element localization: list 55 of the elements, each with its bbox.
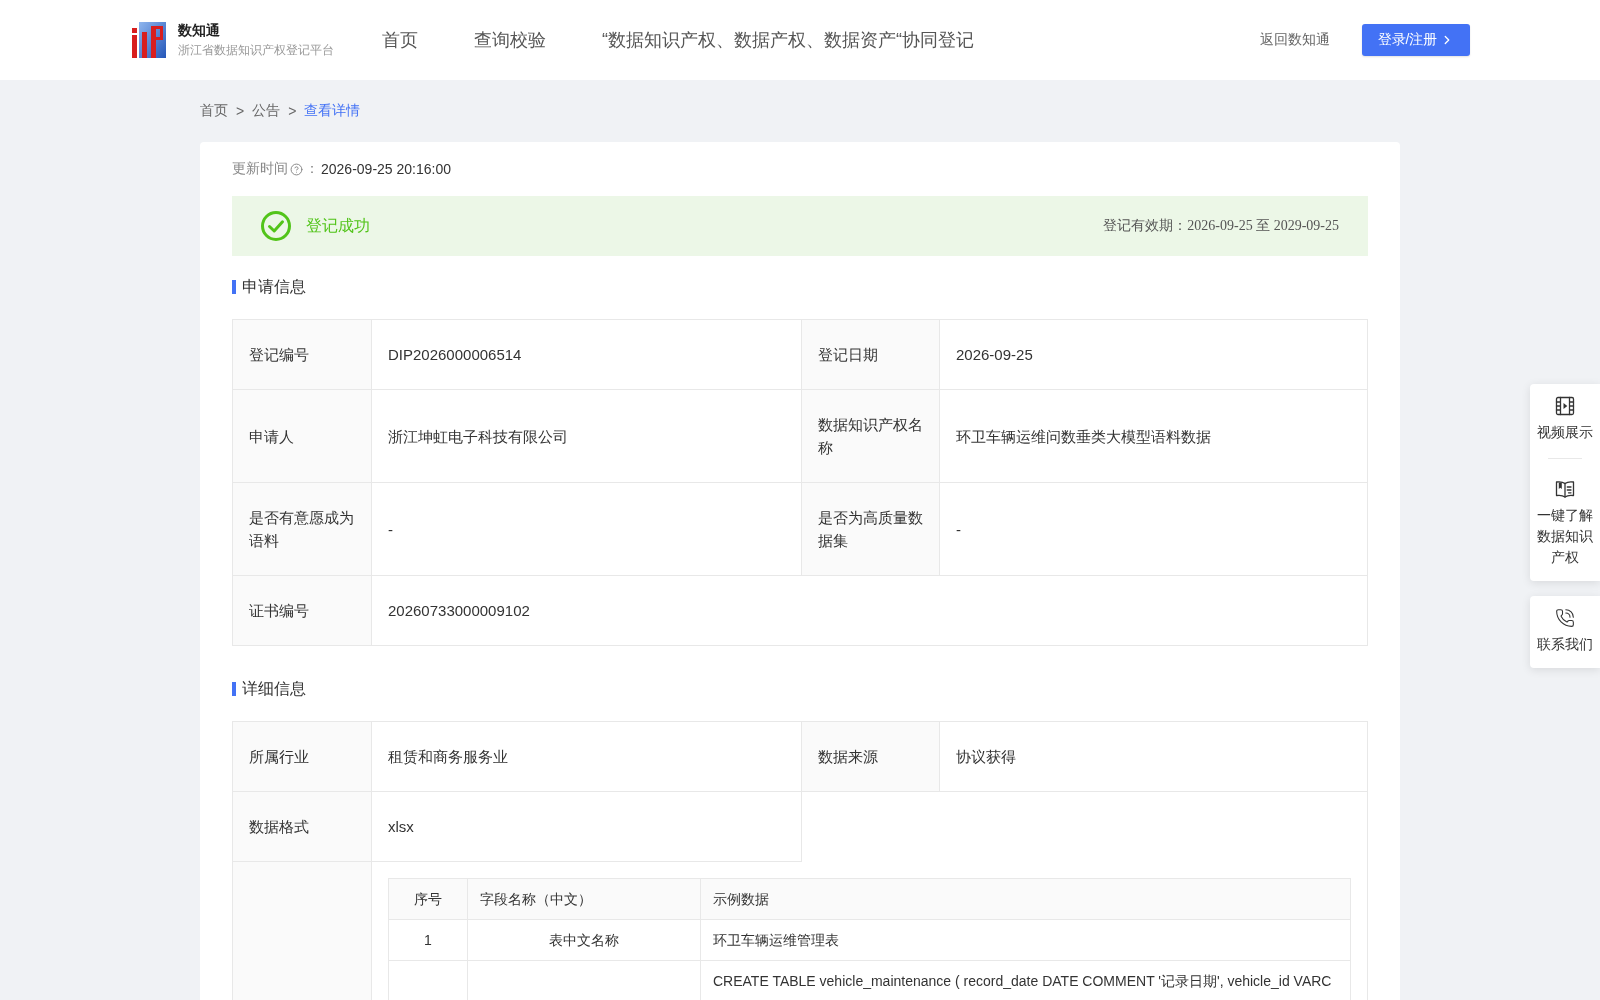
- phone-icon: [1555, 608, 1575, 628]
- section-title: 申请信息: [242, 277, 306, 297]
- label-cell: 登记日期: [802, 320, 940, 390]
- label-cell: 所属行业: [233, 722, 372, 792]
- value-cell: -: [940, 483, 1368, 576]
- label-cell: 是否有意愿成为语料: [233, 483, 372, 576]
- label-cell: 数据知识产权名称: [802, 390, 940, 483]
- float-menu-item[interactable]: 视频展示: [1530, 384, 1600, 456]
- column-header: 字段名称（中文）: [468, 879, 701, 920]
- value-cell: xlsx: [372, 792, 802, 862]
- float-menu-item[interactable]: 联系我们: [1530, 596, 1600, 668]
- logo-subtitle: 浙江省数据知识产权登记平台: [178, 42, 334, 59]
- update-time-value: 2026-09-25 20:16:00: [321, 161, 451, 177]
- accent-bar-icon: [232, 682, 236, 696]
- nav-tab[interactable]: 首页: [382, 27, 418, 53]
- label-cell: 数据格式: [233, 792, 372, 862]
- value-cell: DIP2026000006514: [372, 320, 802, 390]
- section-title: 详细信息: [242, 679, 306, 699]
- colon-text: ：: [305, 160, 319, 178]
- login-button[interactable]: 登录/注册: [1362, 24, 1470, 56]
- column-header: 示例数据: [701, 879, 1351, 920]
- breadcrumb-separator: >: [236, 103, 245, 119]
- book-icon: [1555, 479, 1575, 499]
- breadcrumb-separator: >: [288, 103, 297, 119]
- value-cell: 20260733000009102: [372, 576, 1368, 646]
- update-time-label: 更新时间: [232, 160, 288, 178]
- logo-icon: [132, 22, 166, 58]
- label-cell: 数据来源: [802, 722, 940, 792]
- nav-tab[interactable]: “数据知识产权、数据产权、数据资产“协同登记: [602, 27, 974, 53]
- value-cell: 2026-09-25: [940, 320, 1368, 390]
- help-icon: [290, 162, 303, 176]
- back-link[interactable]: 返回数知通: [1260, 31, 1330, 49]
- label-cell: 登记编号: [233, 320, 372, 390]
- film-icon: [1555, 396, 1575, 416]
- column-header: 序号: [389, 879, 468, 920]
- breadcrumb-link[interactable]: 首页: [200, 102, 228, 120]
- value-cell: 浙江坤虹电子科技有限公司: [372, 390, 802, 483]
- nav-tab[interactable]: 查询校验: [474, 27, 546, 53]
- label-cell: 证书编号: [233, 576, 372, 646]
- table-cell: 环卫车辆运维管理表: [701, 920, 1351, 961]
- logo-title: 数知通: [178, 21, 221, 39]
- label-cell: 申请人: [233, 390, 372, 483]
- breadcrumb-current: 查看详情: [304, 102, 361, 120]
- status-text: 登记成功: [306, 215, 370, 236]
- value-cell: -: [372, 483, 802, 576]
- value-cell: 租赁和商务服务业: [372, 722, 802, 792]
- table-cell: 1: [389, 920, 468, 961]
- value-cell: 环卫车辆运维问数垂类大模型语料数据: [940, 390, 1368, 483]
- table-cell: 表中文名称: [468, 920, 701, 961]
- label-cell: 是否为高质量数据集: [802, 483, 940, 576]
- float-menu-item[interactable]: 一键了解数据知识产权: [1530, 467, 1600, 581]
- validity-period: 登记有效期：2026-09-25 至 2029-09-25: [1103, 217, 1339, 235]
- value-cell: 协议获得: [940, 722, 1368, 792]
- breadcrumb-link[interactable]: 公告: [252, 102, 281, 120]
- accent-bar-icon: [232, 280, 236, 294]
